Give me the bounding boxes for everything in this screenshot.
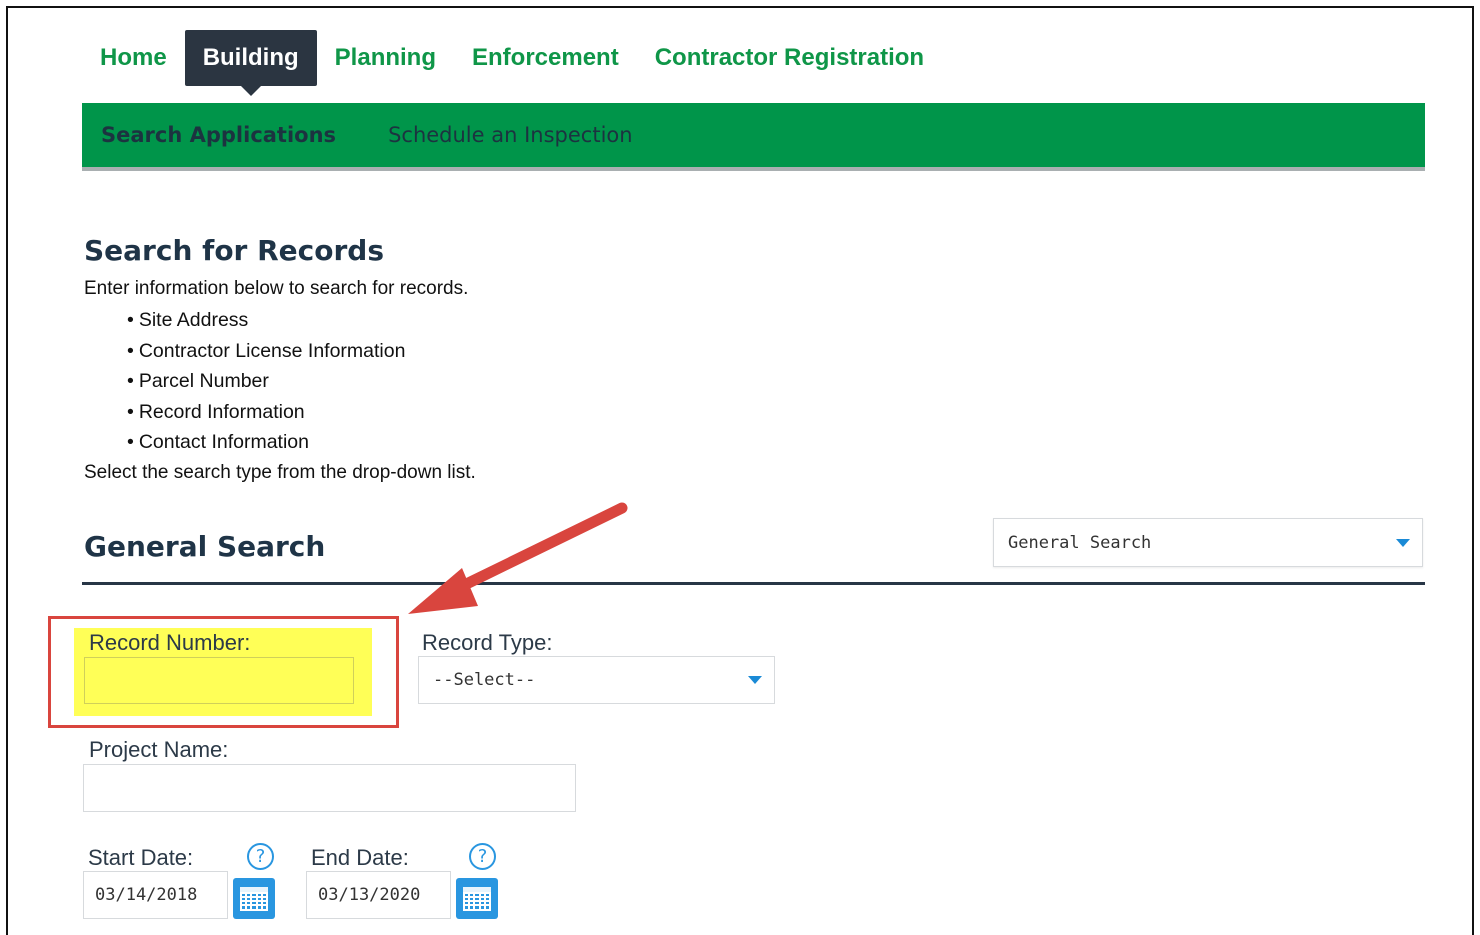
- end-date-help-icon[interactable]: ?: [469, 843, 496, 870]
- end-date-label: End Date:: [311, 845, 409, 870]
- end-date-input[interactable]: 03/13/2020: [306, 871, 451, 919]
- start-date-label: Start Date:: [88, 845, 194, 870]
- start-date-help-icon[interactable]: ?: [247, 843, 274, 870]
- record-type-label: Record Type:: [422, 630, 553, 655]
- chevron-down-icon: [748, 676, 762, 684]
- project-name-label: Project Name:: [89, 737, 229, 762]
- project-name-input[interactable]: [83, 764, 576, 812]
- record-type-select[interactable]: --Select--: [418, 656, 775, 704]
- start-date-calendar-icon[interactable]: [233, 878, 275, 919]
- end-date-calendar-icon[interactable]: [456, 878, 498, 919]
- start-date-input[interactable]: 03/14/2018: [83, 871, 228, 919]
- record-type-value: --Select--: [433, 670, 536, 690]
